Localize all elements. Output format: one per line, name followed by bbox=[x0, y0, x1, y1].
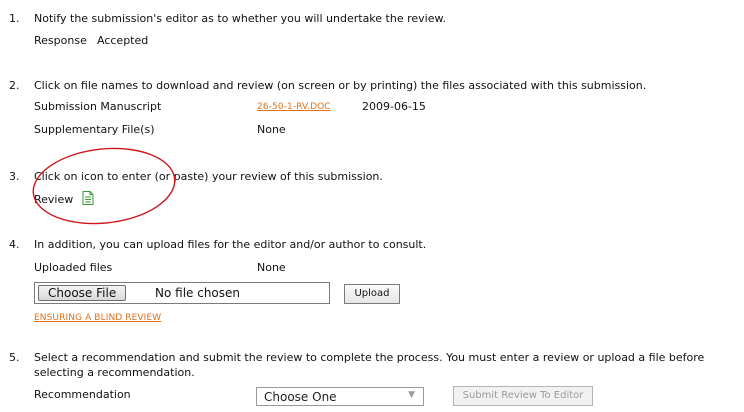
step-1-number: 1. bbox=[9, 12, 20, 25]
supplementary-value: None bbox=[257, 123, 286, 136]
manuscript-date: 2009-06-15 bbox=[362, 100, 426, 113]
response-value: Accepted bbox=[97, 34, 149, 47]
step-1-text: Notify the submission's editor as to whe… bbox=[34, 12, 446, 25]
response-label: Response bbox=[34, 34, 87, 47]
recommendation-select[interactable]: Choose One ▼ bbox=[256, 387, 424, 406]
recommendation-select-value: Choose One bbox=[264, 390, 337, 404]
step-4-number: 4. bbox=[9, 238, 20, 251]
uploaded-files-value: None bbox=[257, 261, 286, 274]
step-4-text: In addition, you can upload files for th… bbox=[34, 238, 427, 251]
step-2-number: 2. bbox=[9, 79, 20, 92]
document-icon[interactable] bbox=[82, 191, 94, 205]
submit-review-button[interactable]: Submit Review To Editor bbox=[453, 386, 593, 406]
step-3-number: 3. bbox=[9, 170, 20, 183]
choose-file-button[interactable]: Choose File bbox=[38, 285, 127, 301]
chevron-down-icon: ▼ bbox=[408, 390, 415, 400]
step-5-text-line2: selecting a recommendation. bbox=[34, 366, 195, 379]
step-5-text-line1: Select a recommendation and submit the r… bbox=[34, 351, 705, 364]
no-file-chosen-text: No file chosen bbox=[155, 286, 241, 300]
file-input[interactable]: Choose File No file chosen bbox=[34, 282, 330, 304]
manuscript-label: Submission Manuscript bbox=[34, 100, 162, 113]
step-3-text: Click on icon to enter (or paste) your r… bbox=[34, 170, 383, 183]
step-5-number: 5. bbox=[9, 351, 20, 364]
manuscript-file-link[interactable]: 26-50-1-RV.DOC bbox=[257, 100, 331, 114]
blind-review-link[interactable]: ENSURING A BLIND REVIEW bbox=[34, 311, 161, 325]
review-label: Review bbox=[34, 193, 74, 206]
step-2-text: Click on file names to download and revi… bbox=[34, 79, 647, 92]
supplementary-label: Supplementary File(s) bbox=[34, 123, 155, 136]
upload-button[interactable]: Upload bbox=[344, 284, 400, 304]
recommendation-label: Recommendation bbox=[34, 388, 131, 401]
uploaded-files-label: Uploaded files bbox=[34, 261, 113, 274]
